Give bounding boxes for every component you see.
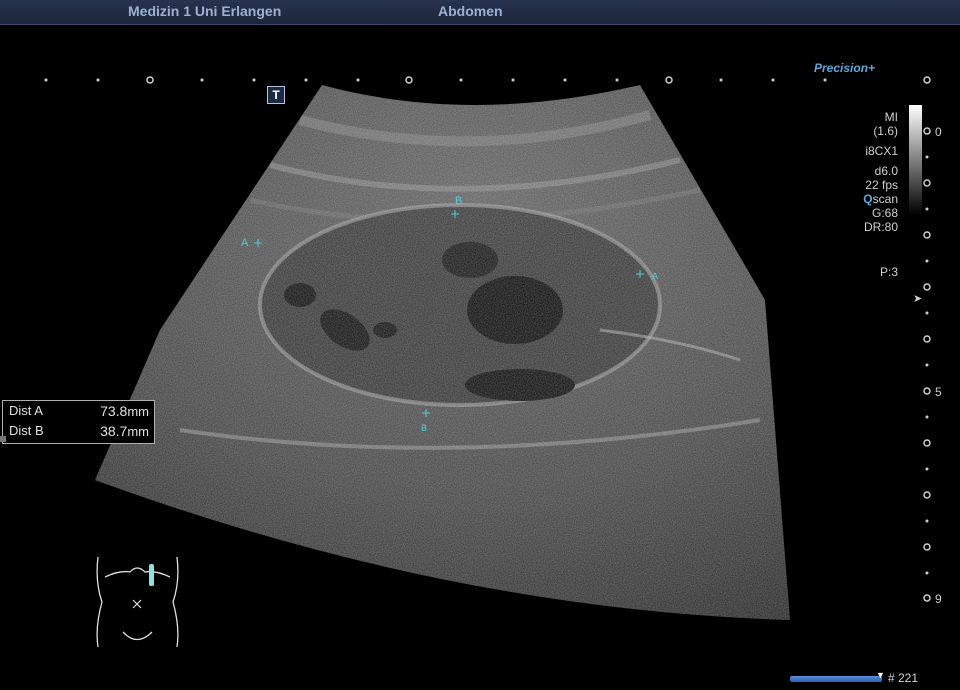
dynamic-range-value: DR:80 xyxy=(863,220,898,234)
mi-value: (1.6) xyxy=(873,124,898,138)
focus-marker-icon[interactable]: ➤ xyxy=(913,292,922,305)
frame-rate: 22 fps xyxy=(865,178,898,192)
depth-label-bottom: 9 xyxy=(935,592,942,606)
measurement-cursor[interactable] xyxy=(0,436,6,442)
gain-value: G:68 xyxy=(871,206,898,220)
grayscale-bar xyxy=(909,105,922,215)
cine-progress-bar[interactable] xyxy=(790,676,882,682)
depth-scale xyxy=(923,76,931,602)
measurement-value: 73.8 xyxy=(100,403,128,419)
measurement-unit: mm xyxy=(127,424,149,439)
orientation-marker[interactable]: T xyxy=(267,86,285,104)
depth-value: d6.0 xyxy=(874,164,898,178)
lateral-scale xyxy=(44,76,827,84)
precision-logo: Precision+ xyxy=(814,61,876,75)
measurement-label: Dist B xyxy=(9,423,44,438)
measurement-label: Dist A xyxy=(9,403,43,418)
qscan-q: Q xyxy=(863,192,873,206)
frame-counter: # 221 xyxy=(888,671,919,685)
caliper-b-start-label: B xyxy=(455,195,463,207)
measurement-results: Dist A 73.8mm Dist B 38.7mm xyxy=(2,400,155,444)
power-value: P:3 xyxy=(879,265,898,279)
body-mark-icon xyxy=(96,556,179,648)
depth-label-top: 0 xyxy=(935,125,942,139)
measurement-unit: mm xyxy=(127,404,149,419)
qscan-rest: scan xyxy=(872,192,898,206)
acquisition-parameters: MI (1.6) i8CX1 d6.0 22 fps Qscan G:68 DR… xyxy=(863,110,898,234)
probe-name: i8CX1 xyxy=(865,144,898,158)
mi-label: MI xyxy=(884,110,898,124)
caliper-a-end-label: A xyxy=(652,271,659,281)
caliper-a-start-label: A xyxy=(241,237,249,249)
measurement-value: 38.7 xyxy=(100,423,128,439)
cine-position-icon[interactable]: ▼ xyxy=(876,670,885,680)
caliper-b-end-label: B xyxy=(421,423,428,433)
qscan-label: Qscan xyxy=(863,192,898,206)
depth-label-mid: 5 xyxy=(935,385,942,399)
